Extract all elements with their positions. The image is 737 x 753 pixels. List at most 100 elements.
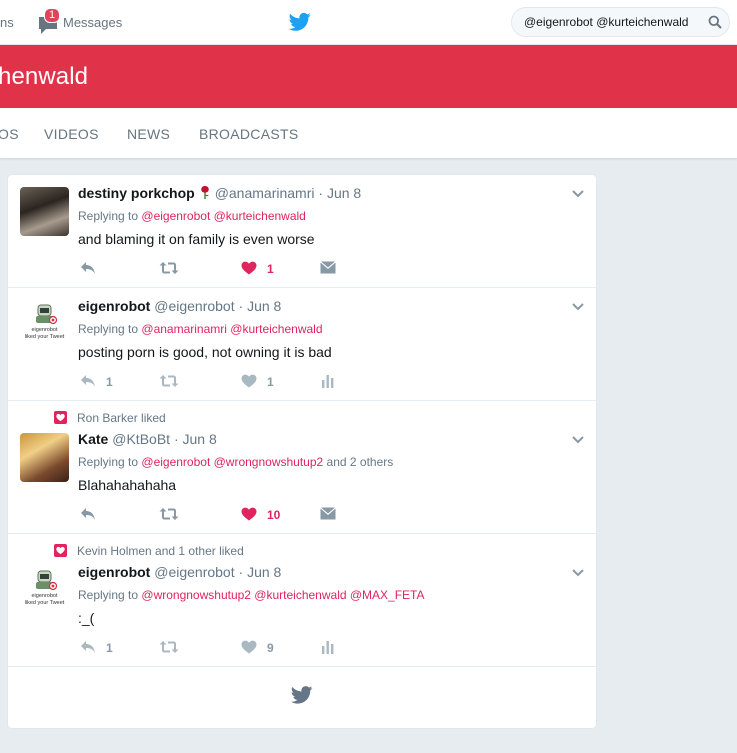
reply-count: 1: [106, 375, 113, 389]
display-name[interactable]: eigenrobot: [78, 564, 150, 580]
like-button[interactable]: 9: [241, 638, 291, 658]
heart-badge-icon: [54, 544, 67, 557]
screen-name[interactable]: @eigenrobot: [154, 564, 234, 580]
top-navigation: ns 1 Messages: [0, 0, 737, 45]
like-count: 10: [267, 508, 281, 522]
retweet-button[interactable]: [159, 259, 199, 279]
search-icon[interactable]: [708, 15, 722, 29]
reply-mentions[interactable]: @eigenrobot @kurteichenwald: [141, 209, 305, 223]
replying-to-label: Replying to: [78, 588, 139, 602]
tweet-actions: 1: [78, 259, 378, 279]
avatar[interactable]: eigenrobot liked your Tweet: [20, 300, 69, 349]
reply-mentions[interactable]: @anamarinamri @kurteichenwald: [141, 322, 322, 336]
timestamp[interactable]: Jun 8: [327, 185, 361, 201]
tweet-actions: 10: [78, 505, 378, 525]
robot-avatar-icon: eigenrobot liked your Tweet: [25, 570, 65, 606]
retweet-button[interactable]: [159, 372, 199, 392]
screen-name[interactable]: @eigenrobot: [154, 298, 234, 314]
screen-name[interactable]: @KtBoBt: [112, 431, 170, 447]
retweet-icon: [159, 641, 179, 653]
chevron-down-icon[interactable]: [572, 436, 584, 444]
reply-icon: [81, 262, 95, 274]
retweet-icon: [159, 262, 179, 274]
tab-news[interactable]: NEWS: [127, 126, 170, 142]
avatar[interactable]: [20, 433, 69, 482]
reply-button[interactable]: [80, 259, 120, 279]
twitter-bird-logo[interactable]: [289, 12, 311, 32]
reply-mentions[interactable]: @eigenrobot @wrongnowshutup2: [141, 455, 323, 469]
replying-to: Replying to @anamarinamri @kurteichenwal…: [78, 322, 323, 336]
reply-button[interactable]: [80, 505, 120, 525]
heart-icon: [241, 374, 257, 388]
like-button[interactable]: 10: [241, 505, 291, 525]
like-count: 1: [267, 375, 274, 389]
analytics-icon: [322, 641, 334, 654]
reply-mentions[interactable]: @wrongnowshutup2 @kurteichenwald @MAX_FE…: [141, 588, 424, 602]
envelope-icon: [320, 261, 336, 274]
tweet-timeline: destiny porkchop @anamarinamri · Jun 8 Re…: [7, 174, 597, 729]
retweet-icon: [159, 375, 179, 387]
reply-button[interactable]: 1: [80, 372, 120, 392]
heart-icon: [241, 261, 257, 275]
page-title: henwald: [0, 63, 89, 90]
tweet-item[interactable]: Kevin Holmen and 1 other liked eigenrobo…: [8, 534, 596, 667]
tab-videos[interactable]: VIDEOS: [44, 126, 99, 142]
timeline-end-bird-icon: [291, 686, 313, 704]
tweet-text: Blahahahahaha: [78, 477, 177, 493]
timestamp[interactable]: Jun 8: [247, 298, 281, 314]
like-button[interactable]: 1: [241, 372, 291, 392]
chevron-down-icon[interactable]: [572, 569, 584, 577]
avatar-caption-line2: liked your Tweet: [25, 600, 65, 606]
robot-avatar-icon: eigenrobot liked your Tweet: [25, 304, 65, 340]
like-count: 9: [267, 641, 274, 655]
nav-item-notifications[interactable]: ns: [0, 15, 14, 30]
screen-name[interactable]: @anamarinamri: [215, 185, 315, 201]
direct-message-button[interactable]: [320, 259, 350, 279]
tweet-header: Kate @KtBoBt · Jun 8: [78, 431, 217, 449]
tweet-actions: 1 9: [78, 638, 378, 658]
reply-icon: [81, 508, 95, 520]
social-context-text[interactable]: Ron Barker liked: [77, 411, 166, 425]
avatar[interactable]: eigenrobot liked your Tweet: [20, 566, 69, 615]
reply-button[interactable]: 1: [80, 638, 120, 658]
avatar-caption-line1: eigenrobot: [32, 593, 58, 599]
avatar-caption-line2: liked your Tweet: [25, 334, 65, 340]
display-name[interactable]: Kate: [78, 431, 108, 447]
search-box: [511, 7, 730, 37]
reply-icon: [81, 641, 95, 653]
tweet-item[interactable]: Ron Barker liked Kate @KtBoBt · Jun 8 Re…: [8, 401, 596, 534]
tab-broadcasts[interactable]: BROADCASTS: [199, 126, 298, 142]
social-context-text[interactable]: Kevin Holmen and 1 other liked: [77, 544, 244, 558]
retweet-icon: [159, 508, 179, 520]
search-input[interactable]: [512, 8, 702, 36]
tweet-text: :_(: [78, 610, 95, 626]
analytics-button[interactable]: [320, 372, 350, 392]
direct-message-button[interactable]: [320, 505, 350, 525]
retweet-button[interactable]: [159, 505, 199, 525]
analytics-icon: [322, 375, 334, 388]
heart-badge-icon: [54, 411, 67, 424]
search-tabs: OS VIDEOS NEWS BROADCASTS: [0, 108, 737, 159]
tweet-actions: 1 1: [78, 372, 378, 392]
display-name[interactable]: eigenrobot: [78, 298, 150, 314]
like-button[interactable]: 1: [241, 259, 291, 279]
avatar[interactable]: [20, 187, 69, 236]
retweet-button[interactable]: [159, 638, 199, 658]
display-name[interactable]: destiny porkchop: [78, 185, 195, 201]
chevron-down-icon[interactable]: [572, 190, 584, 198]
reply-others[interactable]: and 2 others: [327, 455, 394, 469]
reply-icon: [81, 375, 95, 387]
replying-to-label: Replying to: [78, 322, 139, 336]
messages-label: Messages: [63, 15, 123, 30]
replying-to: Replying to @eigenrobot @kurteichenwald: [78, 209, 306, 223]
tweet-text: and blaming it on family is even worse: [78, 231, 315, 247]
tweet-header: eigenrobot @eigenrobot · Jun 8: [78, 564, 281, 582]
analytics-button[interactable]: [320, 638, 350, 658]
tweet-item[interactable]: destiny porkchop @anamarinamri · Jun 8 Re…: [8, 175, 596, 288]
tweet-item[interactable]: eigenrobot liked your Tweet eigenrobot @…: [8, 288, 596, 401]
chevron-down-icon[interactable]: [572, 303, 584, 311]
separator-dot: ·: [238, 564, 244, 580]
timestamp[interactable]: Jun 8: [183, 431, 217, 447]
timestamp[interactable]: Jun 8: [247, 564, 281, 580]
tab-photos[interactable]: OS: [0, 126, 19, 142]
